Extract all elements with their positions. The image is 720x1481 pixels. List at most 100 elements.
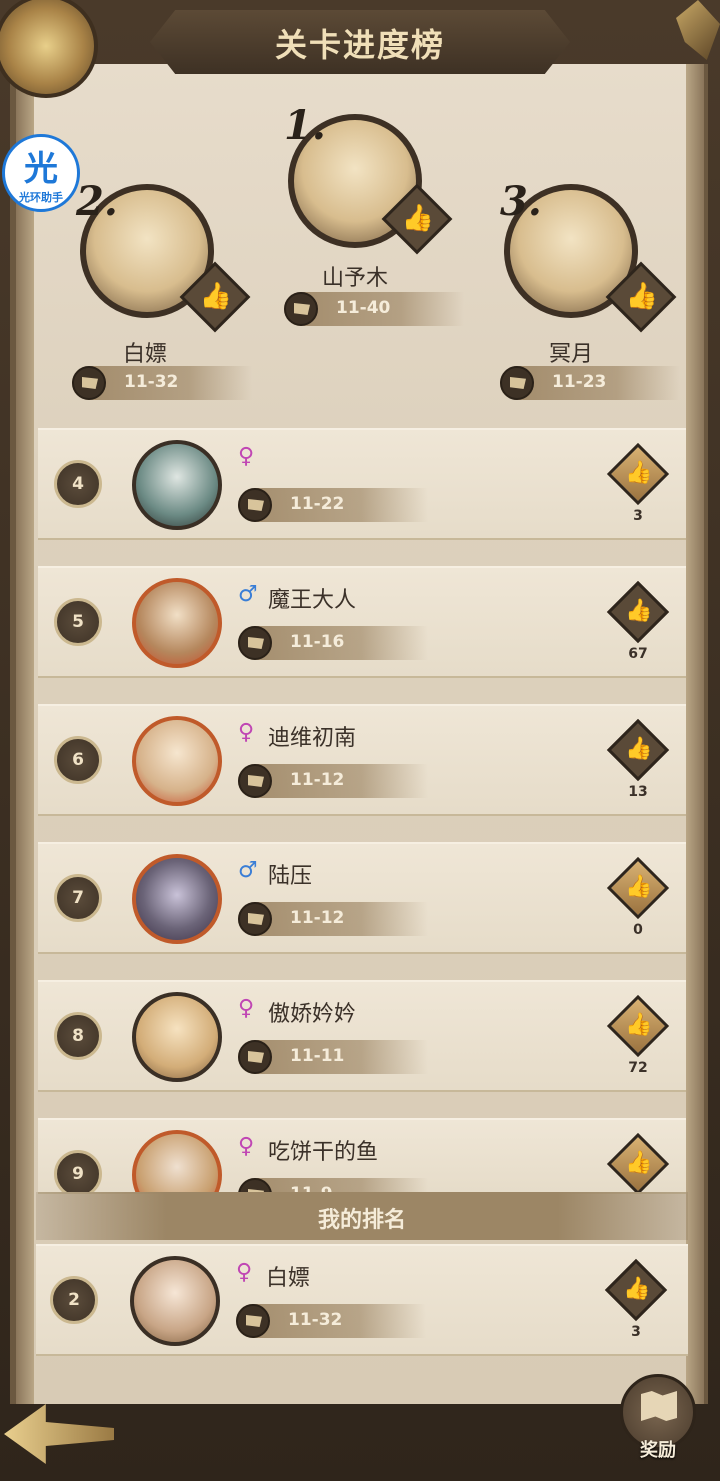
female-icon: ♀ [236,1260,253,1285]
podium-name: 白嫖 [122,342,167,367]
like-count: 72 [628,1060,648,1076]
rank-row[interactable]: 6 ♀ 迪维初南 11-12 👍 13 [38,704,686,816]
rank-row[interactable]: 7 ♂ 陆压 11-12 👍 0 [38,842,686,954]
stage-value: 11-22 [290,494,345,514]
panel-left-border [16,64,34,1404]
avatar[interactable] [132,854,222,944]
avatar[interactable] [130,1256,220,1346]
female-icon: ♀ [238,720,255,745]
podium-name: 山予木 [321,266,388,291]
player-name: 傲娇妗妗 [268,1002,357,1027]
stage-pill: 11-12 [238,764,428,798]
thumbs-up-icon: 👍 [401,203,434,234]
stage-pill: 11-11 [238,1040,428,1074]
thumbs-up-icon: 👍 [199,281,232,312]
my-rank-header: 我的排名 [36,1192,688,1240]
rank-number: 2 [50,1276,98,1324]
like-button[interactable]: 👍 [606,442,670,506]
like-count: 3 [633,508,643,524]
stage-value: 11-32 [288,1310,343,1330]
stage-pill: 11-12 [238,902,428,936]
player-name: 迪维初南 [268,726,357,751]
map-scroll-icon [641,1391,677,1421]
male-icon: ♂ [238,858,258,883]
stage-value: 11-32 [124,372,179,392]
like-button[interactable]: 👍 [606,856,670,920]
stage-pill: 11-40 [284,292,464,326]
like-button[interactable]: 👍 [604,1258,668,1322]
like-button[interactable]: 👍 [606,580,670,644]
avatar[interactable] [132,1130,222,1192]
rank-number: 7 [54,874,102,922]
player-name: 吃饼干的鱼 [268,1140,379,1165]
flag-icon [238,626,272,660]
player-name: 魔王大人 [268,588,357,613]
female-icon: ♀ [238,444,255,469]
rank-number: 9 [54,1150,102,1192]
flag-icon [238,1040,272,1074]
stage-value: 11-11 [290,1046,345,1066]
rank-row[interactable]: 8 ♀ 傲娇妗妗 11-11 👍 72 [38,980,686,1092]
stage-pill: 11-16 [238,626,428,660]
avatar[interactable] [132,716,222,806]
rank-row[interactable]: 9 ♀ 吃饼干的鱼 11-9 👍 [38,1118,686,1194]
rank-row[interactable]: 4 ♀ 11-22 👍 3 [38,428,686,540]
stage-pill: 11-23 [500,366,680,400]
stage-pill: 11-32 [236,1304,426,1338]
stage-pill: 11-32 [72,366,252,400]
thumbs-up-icon: 👍 [625,598,653,624]
avatar[interactable] [132,992,222,1082]
rank-row[interactable]: 5 ♂ 魔王大人 11-16 👍 67 [38,566,686,678]
thumbs-up-icon: 👍 [623,1276,651,1302]
flag-icon [238,902,272,936]
assistant-badge[interactable]: 光 光环助手 [2,134,80,212]
rank-number: 8 [54,1012,102,1060]
like-count: 3 [631,1324,641,1340]
flag-icon [72,366,106,400]
rank-number: 6 [54,736,102,784]
female-icon: ♀ [238,996,255,1021]
podium-rank: 3. [500,178,542,225]
page-title: 关卡进度榜 [274,26,445,64]
podium-third[interactable]: 3. 👍 冥月 [496,176,696,376]
like-button[interactable]: 👍 [606,718,670,782]
flag-icon [238,764,272,798]
podium-rank: 1. [284,102,326,149]
stage-value: 11-16 [290,632,345,652]
podium-name: 冥月 [548,342,593,367]
like-button[interactable]: 👍 [606,994,670,1058]
podium-rank: 2. [76,178,118,225]
podium-second[interactable]: 2. 👍 白嫖 [70,176,251,376]
thumbs-up-icon: 👍 [625,1150,653,1176]
thumbs-up-icon: 👍 [625,281,658,312]
flag-icon [236,1304,270,1338]
stage-value: 11-23 [552,372,607,392]
assistant-badge-char: 光 [24,149,58,189]
female-icon: ♀ [238,1134,255,1159]
thumbs-up-icon: 👍 [625,460,653,486]
stage-pill: 11-22 [238,488,428,522]
avatar[interactable] [132,440,222,530]
flag-icon [238,488,272,522]
reward-label[interactable]: 奖励 [620,1436,696,1462]
avatar[interactable] [132,578,222,668]
like-button[interactable]: 👍 [606,1132,670,1192]
my-rank-title: 我的排名 [317,1208,406,1233]
player-name: 白嫖 [266,1266,311,1291]
thumbs-up-icon: 👍 [625,874,653,900]
player-name: 陆压 [268,864,313,889]
like-count: 0 [633,922,643,938]
stage-value: 11-12 [290,770,345,790]
like-count: 13 [628,784,648,800]
flag-icon [284,292,318,326]
flag-icon [500,366,534,400]
rank-number: 4 [54,460,102,508]
thumbs-up-icon: 👍 [625,736,653,762]
like-count: 67 [628,646,648,662]
thumbs-up-icon: 👍 [625,1012,653,1038]
my-rank-row[interactable]: 2 ♀ 白嫖 11-32 👍 3 [36,1244,688,1356]
stage-value: 11-40 [336,298,391,318]
stage-value: 11-12 [290,908,345,928]
rank-number: 5 [54,598,102,646]
assistant-badge-label: 光环助手 [19,191,63,204]
